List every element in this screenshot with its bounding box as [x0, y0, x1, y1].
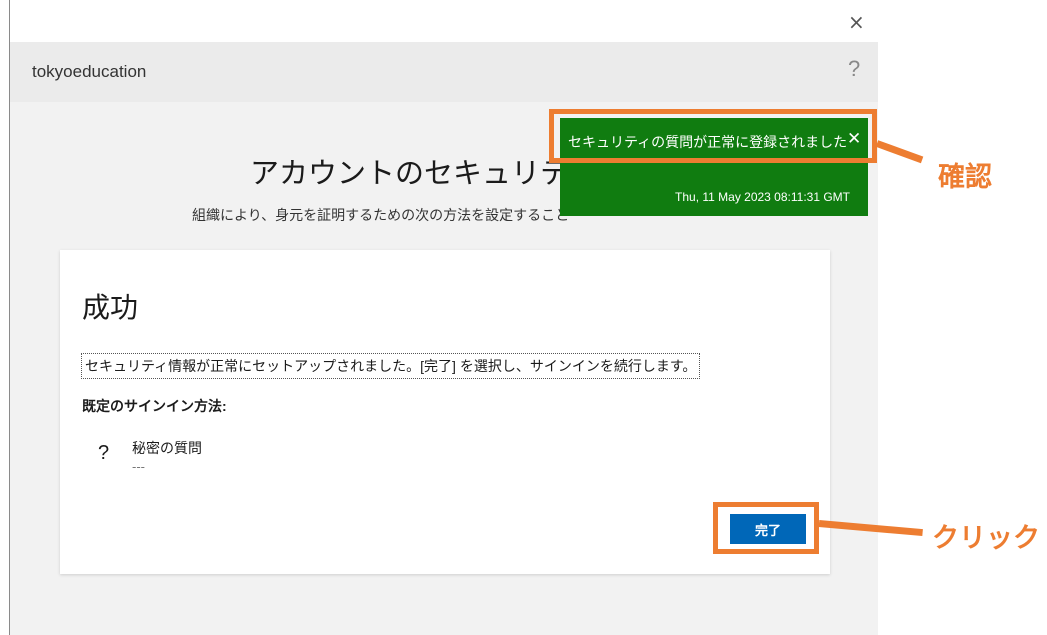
confirm-label: 確認	[938, 162, 992, 193]
question-mark-icon: ?	[98, 442, 110, 464]
method-detail: ---	[132, 460, 145, 474]
page-title: アカウントのセキュリテ	[250, 158, 570, 190]
click-label: クリック	[932, 523, 1040, 554]
tenant-header: tokyoeducation ?	[10, 42, 878, 102]
dialog-topbar: ×	[10, 0, 878, 42]
help-icon[interactable]: ?	[848, 56, 860, 82]
tenant-name: tokyoeducation	[32, 62, 147, 81]
confirm-highlight-box	[549, 109, 877, 163]
success-message: セキュリティ情報が正常にセットアップされました。[完了] を選択し、サインインを…	[80, 353, 701, 379]
card-title: 成功	[82, 292, 139, 323]
confirm-arrow-line	[875, 140, 924, 164]
toast-timestamp: Thu, 11 May 2023 08:11:31 GMT	[675, 190, 850, 204]
close-icon[interactable]: ×	[848, 10, 865, 34]
method-name: 秘密の質問	[132, 440, 202, 456]
page-subtitle: 組織により、身元を証明するための次の方法を設定すること	[192, 207, 570, 223]
default-method-label: 既定のサインイン方法:	[82, 398, 227, 414]
click-highlight-box	[713, 502, 819, 554]
